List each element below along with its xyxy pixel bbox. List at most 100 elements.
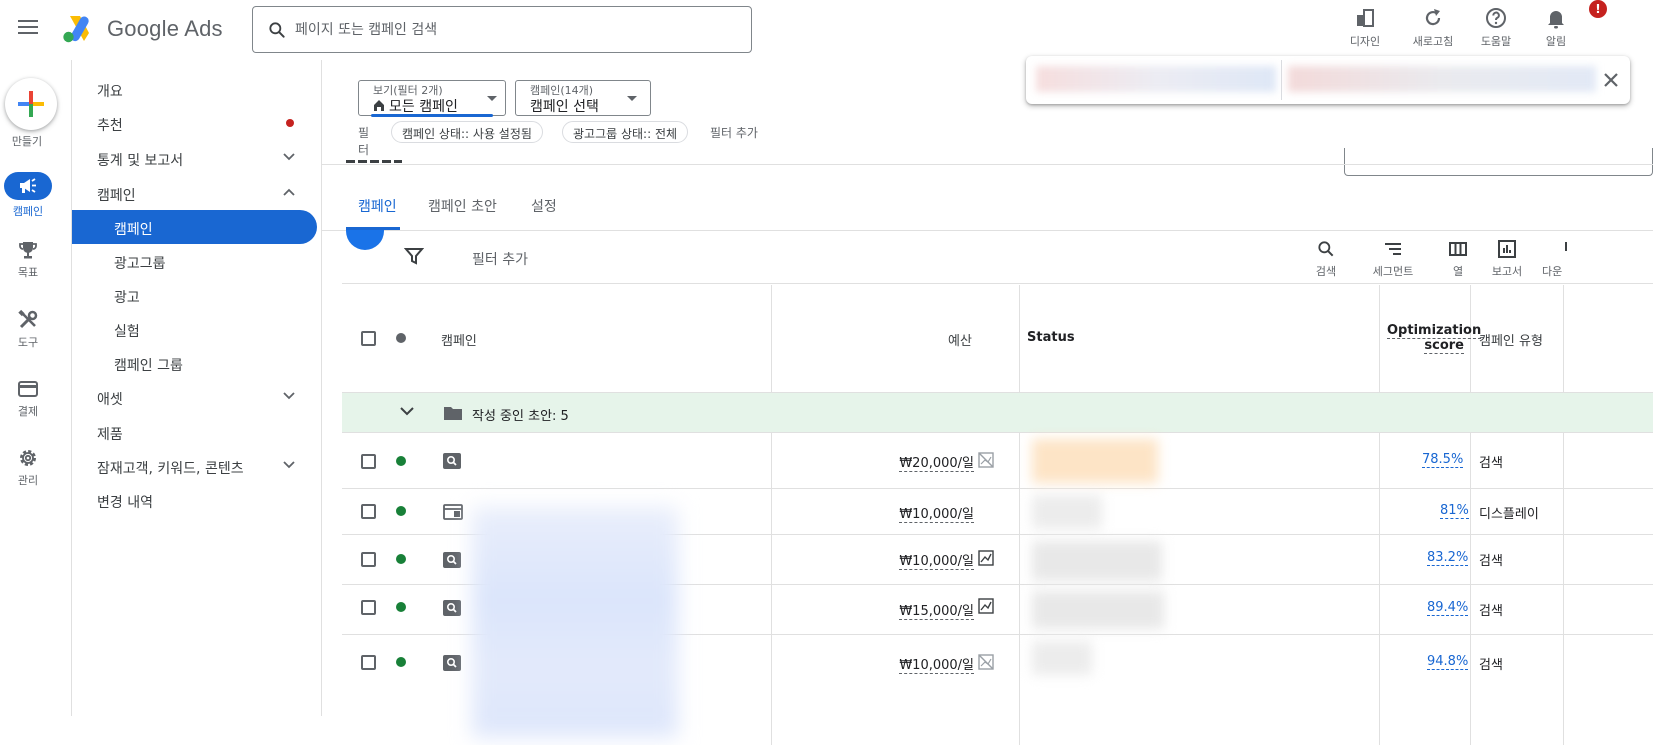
nav-item-assets[interactable]: 애셋 [72, 380, 320, 414]
campaign-selector[interactable]: 캠페인(14개) 캠페인 선택 [515, 80, 651, 116]
help-button[interactable]: 도움말 [1466, 6, 1526, 56]
campaign-type: 디스플레이 [1479, 507, 1539, 522]
nav-item-insights-reports[interactable]: 통계 및 보고서 [72, 141, 320, 175]
optimization-score[interactable]: 81% [1440, 503, 1469, 519]
columns-icon [1449, 242, 1467, 256]
add-filter-link[interactable]: 필터 추가 [710, 124, 758, 141]
search-input[interactable] [295, 18, 735, 42]
refresh-button[interactable]: 새로고침 [1403, 6, 1463, 56]
chevron-up-icon [283, 188, 295, 196]
nav-item-change-history[interactable]: 변경 내역 [72, 483, 320, 517]
rail-item-admin[interactable]: 관리 [0, 447, 56, 488]
optimization-score[interactable]: 83.2% [1427, 550, 1469, 566]
nav-item-ads[interactable]: 광고 [72, 278, 320, 312]
chevron-down-icon[interactable] [399, 406, 415, 418]
new-campaign-fab[interactable] [346, 230, 384, 250]
status-header-dot [396, 333, 406, 343]
trend-chart-icon[interactable] [978, 550, 994, 566]
design-label: 디자인 [1349, 35, 1381, 48]
google-ads-logo [63, 16, 89, 43]
bell-icon [1548, 11, 1564, 29]
main-menu-button[interactable] [12, 17, 44, 43]
row-checkbox[interactable] [361, 552, 376, 567]
header-score-line1: Optimization [1387, 323, 1482, 339]
create-button[interactable] [5, 78, 57, 130]
header-status[interactable]: Status [1027, 330, 1075, 345]
notifications-button[interactable]: 알림 [1526, 6, 1586, 56]
row-checkbox[interactable] [361, 454, 376, 469]
trend-chart-icon[interactable] [978, 598, 994, 614]
side-navigation: 개요 추천 통계 및 보고서 캠페인 캠페인 광고그룹 광고 실험 캠페인 그룹… [72, 60, 322, 716]
rail-item-goals[interactable]: 목표 [0, 239, 56, 280]
table-row[interactable]: ₩20,000/일 78.5% 검색 [342, 433, 1653, 489]
header-optimization-score[interactable]: Optimization score [1387, 323, 1482, 354]
rail-item-billing[interactable]: 결제 [0, 378, 56, 419]
optimization-score[interactable]: 78.5% [1422, 452, 1464, 468]
rail-item-campaign[interactable]: 캠페인 [0, 172, 56, 219]
reports-tool-button[interactable]: 보고서 [1487, 239, 1527, 279]
view-selector-indicator [371, 114, 493, 117]
nav-item-campaigns-group[interactable]: 캠페인 [72, 176, 320, 210]
filter-chip-campaign-status[interactable]: 캠페인 상태:: 사용 설정됨 [391, 121, 543, 143]
optimization-score[interactable]: 89.4% [1427, 600, 1469, 616]
row-checkbox[interactable] [361, 600, 376, 615]
tab-campaigns[interactable]: 캠페인 [358, 196, 397, 216]
search-ad-icon [443, 453, 461, 469]
main-content: 보기(필터 2개) 모든 캠페인 캠페인(14개) 캠페인 선택 필터 캠페인 … [322, 60, 1653, 745]
columns-tool-button[interactable]: 열 [1443, 239, 1473, 279]
enabled-status-dot [396, 602, 406, 612]
notification-badge: ! [1589, 0, 1607, 18]
campaign-type: 검색 [1479, 456, 1503, 471]
nav-label: 광고 [114, 290, 140, 306]
budget-value: ₩10,000/일 [899, 554, 974, 570]
nav-item-ad-groups[interactable]: 광고그룹 [72, 244, 320, 278]
nav-item-campaigns[interactable]: 캠페인 [72, 210, 317, 244]
optimization-score[interactable]: 94.8% [1427, 654, 1469, 670]
row-budget[interactable]: ₩10,000/일 [862, 503, 974, 523]
refresh-label: 새로고침 [1412, 35, 1454, 48]
row-budget[interactable]: ₩20,000/일 [862, 452, 974, 472]
nav-item-campaign-groups[interactable]: 캠페인 그룹 [72, 346, 320, 380]
recommendation-alert-dot [286, 119, 294, 127]
header-campaign-type[interactable]: 캠페인 유형 [1479, 330, 1543, 349]
nav-item-audiences-keywords-content[interactable]: 잠재고객, 키워드, 콘텐츠 [72, 449, 320, 483]
nav-item-recommendations[interactable]: 추천 [72, 106, 320, 140]
nav-label: 잠재고객, 키워드, 콘텐츠 [97, 461, 244, 477]
rail-item-tools[interactable]: 도구 [0, 309, 56, 350]
home-icon [374, 100, 384, 111]
filter-icon[interactable] [404, 247, 424, 265]
download-tool-button[interactable]: 다운 [1542, 239, 1572, 279]
search-icon [1318, 241, 1334, 257]
row-budget[interactable]: ₩15,000/일 [862, 600, 974, 620]
tab-campaign-drafts[interactable]: 캠페인 초안 [428, 196, 497, 216]
rail-admin-label: 관리 [17, 474, 39, 487]
row-budget[interactable]: ₩10,000/일 [862, 654, 974, 674]
row-checkbox[interactable] [361, 504, 376, 519]
help-icon [1486, 8, 1506, 28]
budget-value: ₩15,000/일 [899, 604, 974, 620]
row-checkbox[interactable] [361, 655, 376, 670]
nav-item-experiments[interactable]: 실험 [72, 312, 320, 346]
nav-label: 통계 및 보고서 [97, 153, 184, 169]
search-box[interactable] [252, 6, 752, 53]
dropdown-caret-icon [627, 96, 637, 101]
design-button[interactable]: 디자인 [1335, 6, 1395, 56]
filter-chip-adgroup-status[interactable]: 광고그룹 상태:: 전체 [562, 121, 689, 143]
notifications-label: 알림 [1545, 35, 1567, 48]
nav-item-overview[interactable]: 개요 [72, 72, 320, 106]
segment-tool-button[interactable]: 세그먼트 [1361, 239, 1425, 279]
header-campaign[interactable]: 캠페인 [441, 330, 477, 349]
obscured-date-picker[interactable] [1344, 148, 1653, 176]
search-tool-button[interactable]: 검색 [1306, 239, 1346, 279]
nav-item-products[interactable]: 제품 [72, 415, 320, 449]
add-filter-button[interactable]: 필터 추가 [472, 249, 528, 269]
draft-group-row[interactable]: 작성 중인 초안: 5 [342, 393, 1653, 433]
row-budget[interactable]: ₩10,000/일 [862, 550, 974, 570]
view-selector[interactable]: 보기(필터 2개) 모든 캠페인 [358, 80, 506, 117]
credit-card-icon [18, 381, 38, 397]
header-budget[interactable]: 예산 [948, 330, 972, 349]
enabled-status-dot [396, 506, 406, 516]
tab-settings[interactable]: 설정 [531, 196, 557, 216]
select-all-checkbox[interactable] [361, 331, 376, 346]
tools-icon [18, 309, 38, 329]
